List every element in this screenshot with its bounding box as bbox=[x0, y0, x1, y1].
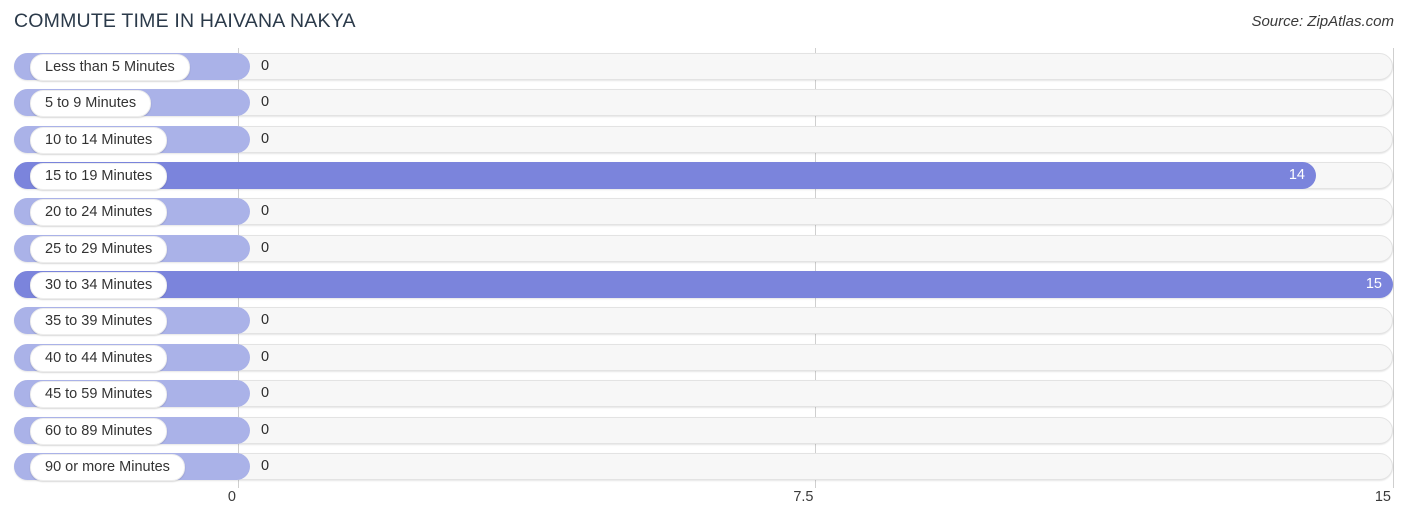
bar-row[interactable]: 0 35 to 39 Minutes bbox=[14, 307, 1393, 336]
bar-category-label: 90 or more Minutes bbox=[30, 453, 185, 481]
bar-category-label: 10 to 14 Minutes bbox=[30, 126, 168, 154]
bar-row[interactable]: 0 90 or more Minutes bbox=[14, 452, 1393, 481]
bar-value-label: 0 bbox=[261, 239, 270, 256]
bar-value-label: 15 bbox=[1365, 276, 1382, 293]
bar-value-label: 0 bbox=[261, 421, 270, 438]
bar-fill[interactable]: 15 bbox=[14, 271, 1393, 299]
bar-value-label: 0 bbox=[261, 130, 270, 147]
bar-row[interactable]: 0 5 to 9 Minutes bbox=[14, 89, 1393, 118]
bar-value-label: 0 bbox=[261, 203, 270, 220]
bar-row[interactable]: 0 40 to 44 Minutes bbox=[14, 343, 1393, 372]
bar-value-label: 0 bbox=[261, 58, 270, 74]
bar-category-label: 40 to 44 Minutes bbox=[30, 344, 168, 372]
bar-value-label: 0 bbox=[261, 348, 270, 365]
bar-category-label: 60 to 89 Minutes bbox=[30, 417, 168, 445]
bar-chart-plot-area: 0 Less than 5 Minutes 0 5 to 9 Minutes 0 10 t… bbox=[0, 48, 1406, 488]
bar-category-label: 35 to 39 Minutes bbox=[30, 308, 168, 336]
bar-category-label: Less than 5 Minutes bbox=[30, 54, 190, 81]
bar-value-label: 0 bbox=[261, 457, 270, 474]
axis-tick-label: 0 bbox=[227, 489, 236, 505]
bar-value-label: 0 bbox=[261, 94, 270, 111]
axis-tick-label: 7.5 bbox=[793, 489, 814, 505]
bar-value-label: 0 bbox=[261, 312, 270, 329]
bar-row[interactable]: 0 45 to 59 Minutes bbox=[14, 380, 1393, 409]
bar-row[interactable]: 15 30 to 34 Minutes bbox=[14, 271, 1393, 300]
bar-fill[interactable]: 14 bbox=[14, 162, 1316, 190]
bar-row[interactable]: 0 20 to 24 Minutes bbox=[14, 198, 1393, 227]
bar-category-label: 30 to 34 Minutes bbox=[30, 272, 168, 300]
bar-row[interactable]: 0 60 to 89 Minutes bbox=[14, 416, 1393, 445]
bar-row[interactable]: 0 10 to 14 Minutes bbox=[14, 125, 1393, 154]
bar-value-label: 0 bbox=[261, 385, 270, 402]
bar-category-label: 45 to 59 Minutes bbox=[30, 381, 168, 409]
x-axis-tick-labels: 0 7.5 15 bbox=[0, 489, 1406, 511]
bar-category-label: 5 to 9 Minutes bbox=[30, 90, 152, 118]
bar-value-label: 14 bbox=[1288, 167, 1305, 184]
bar-row[interactable]: 0 25 to 29 Minutes bbox=[14, 234, 1393, 263]
page-title: COMMUTE TIME IN HAIVANA NAKYA bbox=[14, 10, 356, 32]
bar-category-label: 15 to 19 Minutes bbox=[30, 163, 168, 191]
source-attribution: Source: ZipAtlas.com bbox=[1251, 13, 1394, 30]
axis-tick-label: 15 bbox=[1374, 489, 1391, 505]
bar-row[interactable]: 0 Less than 5 Minutes bbox=[14, 53, 1393, 81]
bar-row[interactable]: 14 15 to 19 Minutes bbox=[14, 162, 1393, 191]
bar-category-label: 25 to 29 Minutes bbox=[30, 235, 168, 263]
bar-category-label: 20 to 24 Minutes bbox=[30, 199, 168, 227]
